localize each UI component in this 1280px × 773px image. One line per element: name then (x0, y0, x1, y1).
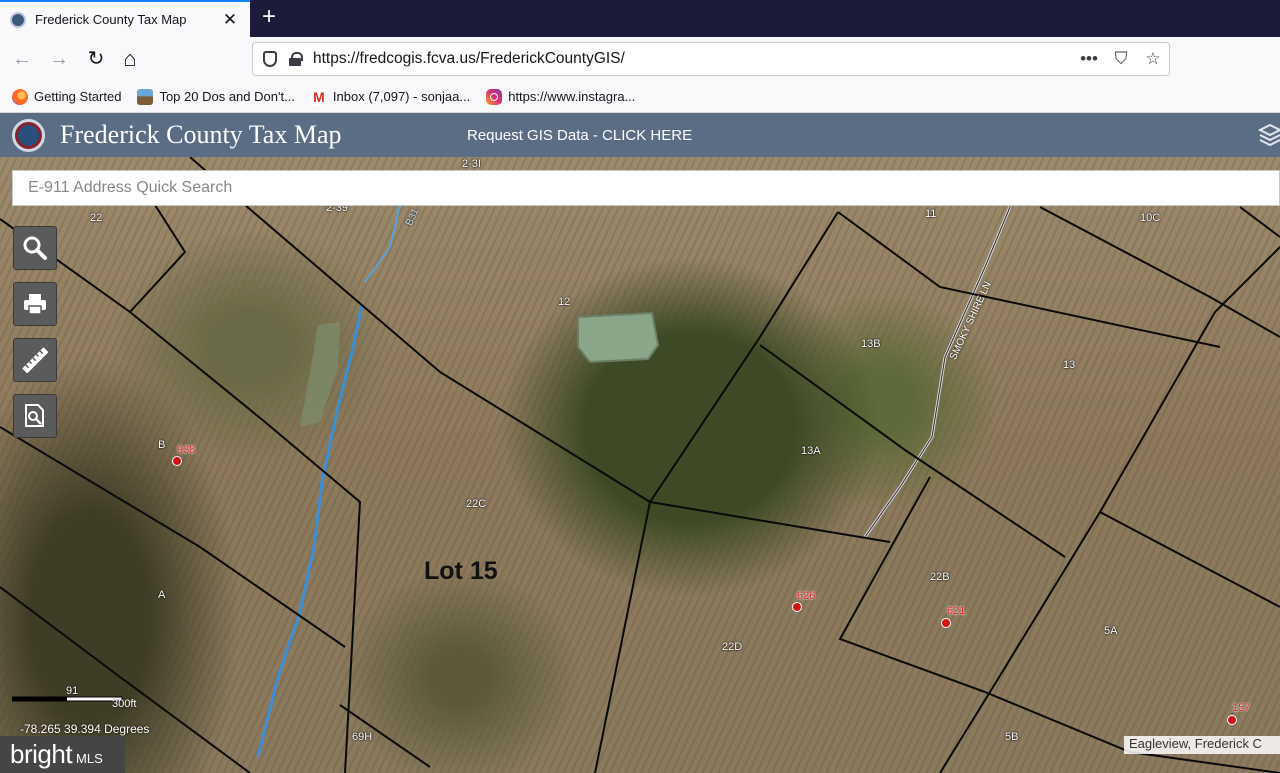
tracking-shield-icon[interactable] (263, 51, 277, 67)
identify-tool-button[interactable] (13, 394, 57, 438)
bookmark-getting-started[interactable]: Getting Started (12, 88, 122, 105)
app-header: Frederick County Tax Map Request GIS Dat… (0, 113, 1280, 157)
measure-tool-button[interactable] (13, 338, 57, 382)
bookmark-label: Inbox (7,097) - sonjaa... (332, 89, 471, 104)
parcel-line-13 (838, 476, 986, 693)
parcel-line-14 (1099, 511, 1280, 608)
parcel-label: 5A (1104, 625, 1118, 637)
address-point-marker[interactable] (792, 602, 802, 612)
parcel-label: 5B (1005, 731, 1019, 743)
address-search-box[interactable] (12, 170, 1280, 206)
address-number: 938 (177, 444, 196, 456)
bookmark-top-20[interactable]: Top 20 Dos and Don't... (137, 88, 295, 105)
scale-number: 91 (66, 685, 79, 697)
pond-west (300, 322, 340, 427)
address-number: 621 (947, 605, 966, 617)
bookmarks-bar: Getting Started Top 20 Dos and Don't... … (0, 81, 1280, 113)
ruler-icon (22, 347, 48, 373)
scale-unit-label: 300ft (112, 698, 137, 710)
parcel-label: 22C (466, 498, 487, 510)
printer-icon (24, 294, 46, 315)
home-button[interactable]: ⌂ (116, 45, 144, 73)
tab-bar: Frederick County Tax Map ✕ + (0, 0, 1280, 37)
parcel-label: 13 (1063, 359, 1076, 371)
parcel-label: 2-3I (462, 158, 481, 170)
bookmark-instagram[interactable]: https://www.instagra... (486, 88, 636, 105)
app-title: Frederick County Tax Map (60, 120, 342, 149)
parcel-label: 11 (925, 208, 937, 220)
bookmark-inbox[interactable]: M Inbox (7,097) - sonjaa... (310, 88, 471, 105)
parcel-label: 22D (722, 641, 743, 653)
layers-icon[interactable] (1257, 123, 1280, 149)
tab-title: Frederick County Tax Map (35, 12, 187, 27)
bookmark-label: https://www.instagra... (508, 89, 636, 104)
gmail-icon: M (310, 88, 327, 105)
parcel-label: 69H (352, 731, 373, 743)
parcel-label: B (158, 439, 166, 451)
bookmark-label: Top 20 Dos and Don't... (159, 89, 295, 104)
parcel-label: 10C (1140, 212, 1161, 224)
print-tool-button[interactable] (13, 282, 57, 326)
thumbnail-icon (137, 88, 154, 105)
county-seal-favicon-icon (10, 11, 26, 28)
request-gis-data-link[interactable]: Request GIS Data - CLICK HERE (467, 127, 692, 144)
map-attribution: Eagleview, Frederick C (1124, 736, 1280, 754)
parcel-line-6 (649, 501, 891, 543)
parcel-line-10 (1039, 206, 1280, 338)
address-number: 157 (1232, 702, 1251, 714)
brightmls-watermark: bright MLS (0, 736, 125, 773)
address-number: 626 (797, 590, 816, 602)
address-point-marker[interactable] (941, 618, 951, 628)
pocket-icon[interactable]: ⛉ (1105, 49, 1137, 69)
back-button[interactable]: ← (8, 45, 36, 73)
lock-icon[interactable] (289, 52, 303, 66)
magnifier-icon (23, 236, 47, 260)
address-search-input[interactable] (13, 171, 1279, 205)
new-tab-button[interactable]: + (256, 4, 282, 32)
parcel-line-5 (189, 157, 652, 773)
road (863, 206, 1012, 538)
coordinate-readout: -78.265 39.394 Degrees (20, 722, 150, 736)
parcel-label: 22B (930, 571, 950, 583)
parcel-line-11 (1239, 206, 1280, 238)
active-tab[interactable]: Frederick County Tax Map ✕ (0, 0, 250, 37)
watermark-suffix: MLS (76, 751, 103, 766)
forward-button[interactable]: → (45, 45, 73, 73)
close-tab-icon[interactable]: ✕ (220, 10, 240, 30)
parcel-label: 13A (801, 445, 821, 457)
parcel-lines (0, 157, 1280, 773)
parcel-label: 22 (90, 212, 103, 224)
address-bar[interactable]: https://fredcogis.fcva.us/FrederickCount… (252, 42, 1170, 76)
bookmark-label: Getting Started (34, 89, 122, 104)
zoom-document-icon (25, 404, 44, 427)
parcel-line-4 (129, 204, 187, 313)
lot-label: Lot 15 (424, 557, 498, 585)
parcel-line-7 (649, 211, 839, 503)
watermark-brand: bright (10, 739, 73, 769)
pond (577, 311, 660, 364)
county-seal-logo (12, 119, 45, 152)
address-point-marker[interactable] (1227, 715, 1237, 725)
address-point-marker[interactable] (172, 456, 182, 466)
parcel-label: 13B (861, 338, 881, 350)
url-text[interactable]: https://fredcogis.fcva.us/FrederickCount… (313, 50, 1073, 68)
search-tool-button[interactable] (13, 226, 57, 270)
reload-button[interactable]: ↻ (82, 45, 110, 73)
instagram-icon (486, 88, 503, 105)
map-canvas[interactable]: 22 2-39 2-3I 12 11 10C 13B 13 B 13A 22C … (0, 157, 1280, 773)
navigation-bar: ← → ↻ ⌂ https://fredcogis.fcva.us/Freder… (0, 37, 1280, 81)
page-actions-icon[interactable]: ••• (1073, 49, 1105, 69)
parcel-label: A (158, 589, 166, 601)
stream-north (364, 204, 401, 283)
parcel-label: 12 (558, 296, 571, 308)
firefox-icon (12, 88, 28, 105)
parcel-line-9 (837, 211, 1221, 348)
bookmark-star-icon[interactable]: ☆ (1137, 49, 1169, 69)
